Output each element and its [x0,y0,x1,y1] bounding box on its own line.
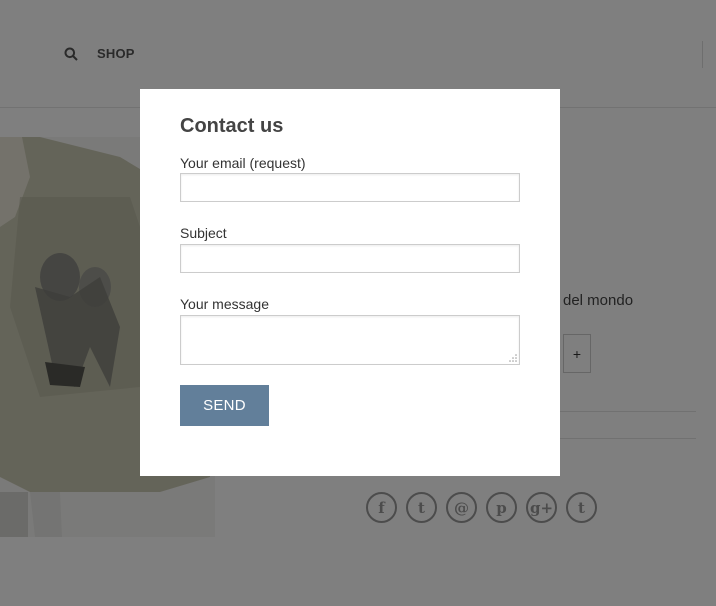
email-label: Your email (request) [180,155,306,171]
send-button[interactable]: SEND [180,385,269,426]
resize-handle-icon[interactable] [509,354,517,362]
subject-label: Subject [180,225,227,241]
modal-title: Contact us [180,115,284,137]
email-field[interactable] [180,173,520,202]
message-label: Your message [180,296,269,312]
message-field[interactable] [180,315,520,365]
subject-field[interactable] [180,244,520,273]
contact-modal: Contact us Your email (request) Subject … [140,89,560,476]
